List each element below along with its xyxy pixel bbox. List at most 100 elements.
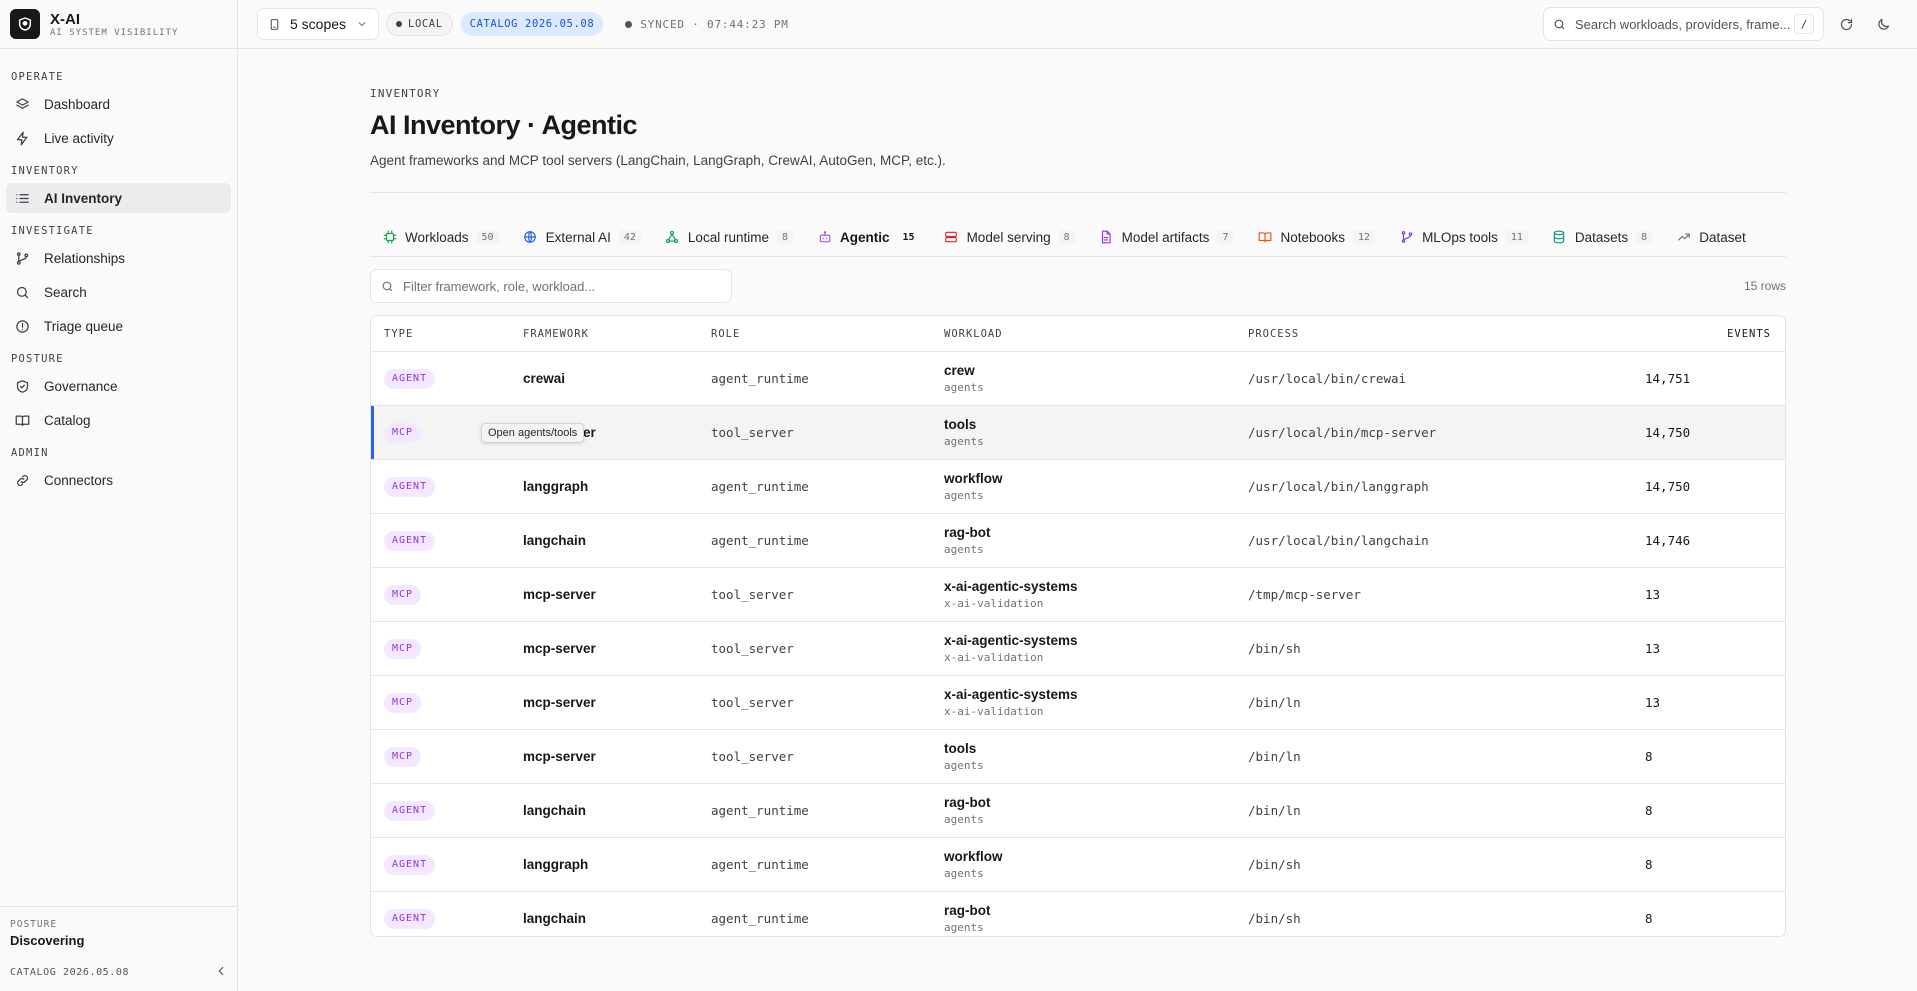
workload-name: tools [944,417,977,432]
workload-name: rag-bot [944,525,991,540]
table-row[interactable]: MCPmcp-servertool_servertoolsagents/usr/… [371,406,1785,460]
tab-dataset[interactable]: Dataset [1664,217,1758,256]
tab-agentic[interactable]: Agentic 15 [805,217,932,256]
type-cell: AGENT [371,368,523,389]
tab-count: 8 [1636,229,1653,245]
framework-cell: langchain [523,803,587,818]
process-cell: /usr/local/bin/mcp-server [1248,425,1437,440]
tab-mlops-tools[interactable]: MLOps tools 11 [1387,217,1540,256]
events-cell: 8 [1645,749,1653,764]
table-row[interactable]: AGENT crewai agent_runtime crew agents/usr/l… [371,352,1785,406]
moon-icon[interactable] [1868,9,1898,39]
events-cell: 13 [1645,641,1661,656]
sidebar-item-triage-queue[interactable]: Triage queue [6,311,231,341]
sync-status: SYNCED · 07:44:23 PM [625,18,788,31]
tab-local-runtime[interactable]: Local runtime 8 [653,217,805,256]
tab-count: 50 [476,229,499,245]
header-framework[interactable]: FRAMEWORK [523,328,711,340]
nav-section-title: OPERATE [11,71,64,83]
scope-label: 5 scopes [290,16,347,32]
table-row[interactable]: MCP mcp-server tool_server x-ai-agentic-sys… [371,568,1785,622]
workload-namespace: agents [944,867,984,880]
tab-datasets[interactable]: Datasets 8 [1540,217,1664,256]
table-row[interactable]: MCP mcp-server tool_server tools agents/bin/… [371,730,1785,784]
tab-label: Dataset [1699,229,1746,245]
sidebar-footer: POSTURE Discovering CATALOG 2026.05.08 [0,906,238,991]
role-cell: tool_server [711,749,794,764]
filter-box[interactable] [370,269,732,303]
alert-circle-icon [14,318,31,335]
tab-model-serving[interactable]: Model serving 8 [932,217,1087,256]
page-description: Agent frameworks and MCP tool servers (L… [370,153,946,168]
process-cell: /usr/local/bin/crewai [1248,371,1407,386]
tab-external-ai[interactable]: External AI 42 [511,217,653,256]
tab-notebooks[interactable]: Notebooks 12 [1245,217,1387,256]
table-row[interactable]: AGENT langchain agent_runtime rag-bot agents… [371,784,1785,838]
type-cell: MCP [371,746,523,767]
role-cell: agent_runtime [711,803,809,818]
role-cell: tool_server [711,587,794,602]
events-cell: 14,750 [1645,479,1691,494]
events-cell: 8 [1645,857,1653,872]
footer-catalog: CATALOG 2026.05.08 [10,964,228,981]
type-badge: MCP [384,747,422,767]
tab-count: 8 [776,229,793,245]
workload-namespace: agents [944,813,984,826]
catalog-pill: CATALOG 2026.05.08 [460,12,604,36]
scope-icon [268,18,281,31]
header-role[interactable]: ROLE [711,328,944,340]
collapse-sidebar-icon[interactable] [214,964,228,981]
header-type[interactable]: TYPE [371,328,523,340]
sync-label: SYNCED · 07:44:23 PM [640,17,789,31]
type-cell: AGENT [371,530,523,551]
type-badge: AGENT [384,477,436,497]
type-cell: MCP [371,692,523,713]
table-row[interactable]: AGENT langchain agent_runtime rag-bot agents… [371,892,1785,936]
sidebar-item-label: Search [44,284,87,300]
sidebar-item-search[interactable]: Search [6,277,231,307]
sync-dot-icon [625,20,633,28]
tab-label: External AI [545,229,611,245]
tab-workloads[interactable]: Workloads 50 [370,217,511,256]
workload-name: rag-bot [944,903,991,918]
header-workload[interactable]: WORKLOAD [944,328,1248,340]
table-row[interactable]: AGENT langgraph agent_runtime workflow agent… [371,838,1785,892]
workload-namespace: agents [944,381,984,394]
sidebar-item-relationships[interactable]: Relationships [6,243,231,273]
tab-count: 42 [618,229,641,245]
refresh-icon[interactable] [1831,9,1861,39]
header-process[interactable]: PROCESS [1248,328,1645,340]
book-icon [1257,230,1272,245]
framework-cell: langgraph [523,479,589,494]
sidebar-item-dashboard[interactable]: Dashboard [6,89,231,119]
table-row[interactable]: AGENT langgraph agent_runtime workflow agent… [371,460,1785,514]
brand[interactable]: X-AI AI SYSTEM VISIBILITY [0,0,237,49]
role-cell: agent_runtime [711,371,809,386]
header-events[interactable]: EVENTS [1645,328,1785,340]
tab-model-artifacts[interactable]: Model artifacts 7 [1087,217,1246,256]
role-cell: tool_server [711,695,794,710]
global-search[interactable]: Search workloads, providers, frame... / [1543,7,1824,41]
brand-subtitle: AI SYSTEM VISIBILITY [50,27,179,38]
type-badge: MCP [384,693,422,713]
table-row[interactable]: MCP mcp-server tool_server x-ai-agentic-sys… [371,622,1785,676]
local-label: LOCAL [408,18,443,30]
sidebar-item-governance[interactable]: Governance [6,371,231,401]
framework-cell: mcp-server [523,749,596,764]
tab-count: 7 [1217,229,1234,245]
sidebar-item-connectors[interactable]: Connectors [6,465,231,495]
sidebar-item-catalog[interactable]: Catalog [6,405,231,435]
sidebar-item-live-activity[interactable]: Live activity [6,123,231,153]
workload-name: x-ai-agentic-systems [944,687,1078,702]
events-cell: 14,751 [1645,371,1691,386]
sidebar-item-ai-inventory[interactable]: AI Inventory [6,183,231,213]
events-cell: 14,750 [1645,425,1691,440]
scope-selector[interactable]: 5 scopes [257,8,380,40]
type-badge: AGENT [384,855,436,875]
table-row[interactable]: MCP mcp-server tool_server x-ai-agentic-sys… [371,676,1785,730]
filter-input[interactable] [403,278,721,294]
workload-namespace: x-ai-validation [944,597,1044,610]
framework-cell: mcp-server [523,587,596,602]
workload-name: x-ai-agentic-systems [944,633,1078,648]
table-row[interactable]: AGENT langchain agent_runtime rag-bot agents… [371,514,1785,568]
